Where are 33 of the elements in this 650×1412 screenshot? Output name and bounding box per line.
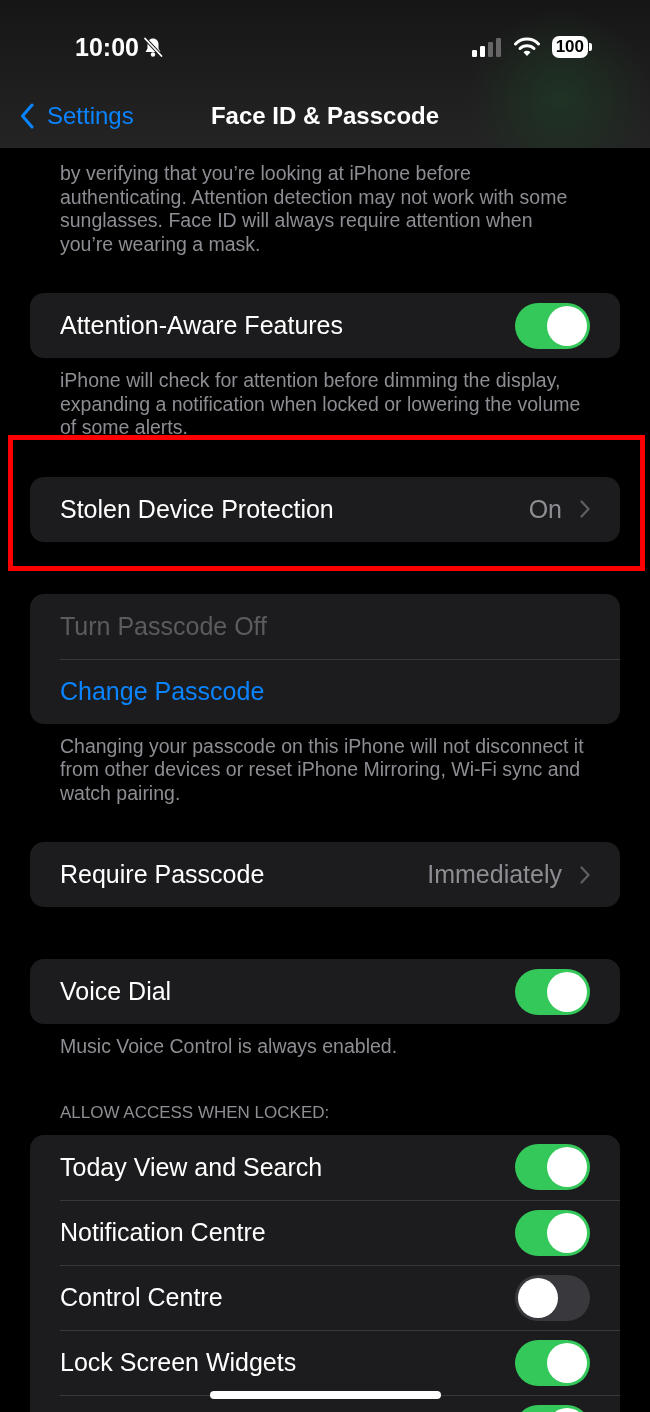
wifi-icon (513, 37, 540, 57)
signal-icon (471, 37, 502, 57)
battery-indicator: 100 (551, 36, 592, 58)
toggle-switch[interactable] (515, 1274, 590, 1321)
toggle-switch[interactable] (515, 1144, 590, 1190)
row-label: Lock Screen Widgets (60, 1348, 298, 1377)
footer-note: Changing your passcode on this iPhone will not disconnect it from other devices or reset iPhone Mirroring, Wi-Fi sync and watch pairing. (59, 733, 585, 805)
toggle-switch[interactable] (515, 968, 590, 1015)
row-label: Attention-Aware Features (60, 311, 345, 340)
row-label: Require Passcode (60, 860, 266, 889)
toggle-switch[interactable] (515, 1339, 590, 1386)
settings-row[interactable]: Require Passcode Immediately (60, 842, 620, 907)
chevron-icon (580, 865, 590, 884)
action-button[interactable]: Change Passcode (60, 677, 265, 706)
back-button[interactable]: Settings (20, 102, 134, 130)
row-value: Immediately (427, 860, 562, 889)
row-value: On (528, 494, 562, 524)
status-time: 10:00 (75, 32, 139, 62)
row-label: Control Centre (60, 1283, 224, 1312)
row-label: Voice Dial (60, 977, 173, 1006)
settings-row[interactable]: Stolen Device Protection On (60, 476, 620, 542)
footer-note: iPhone will check for attention before dimming the display, expanding a notification when locked or lowering the volume of some alerts. (59, 368, 582, 440)
toggle-switch[interactable] (515, 302, 590, 349)
row-label: Stolen Device Protection (60, 494, 335, 524)
row-label: Today View and Search (60, 1152, 324, 1182)
toggle-switch[interactable] (515, 1209, 590, 1256)
row-label: Notification Centre (60, 1218, 267, 1247)
chevron-left-icon (20, 103, 34, 129)
page-title: Face ID & Passcode (210, 102, 440, 130)
section-header: ALLOW ACCESS WHEN LOCKED: (59, 1101, 331, 1124)
footer-note: by verifying that you’re looking at iPhone before authenticating. Attention detection may not work with some sunglasses. Face ID will always require attention when you’re wearing a mask. (59, 162, 569, 256)
chevron-icon (580, 500, 590, 518)
footer-note: Music Voice Control is always enabled. (59, 1034, 399, 1059)
